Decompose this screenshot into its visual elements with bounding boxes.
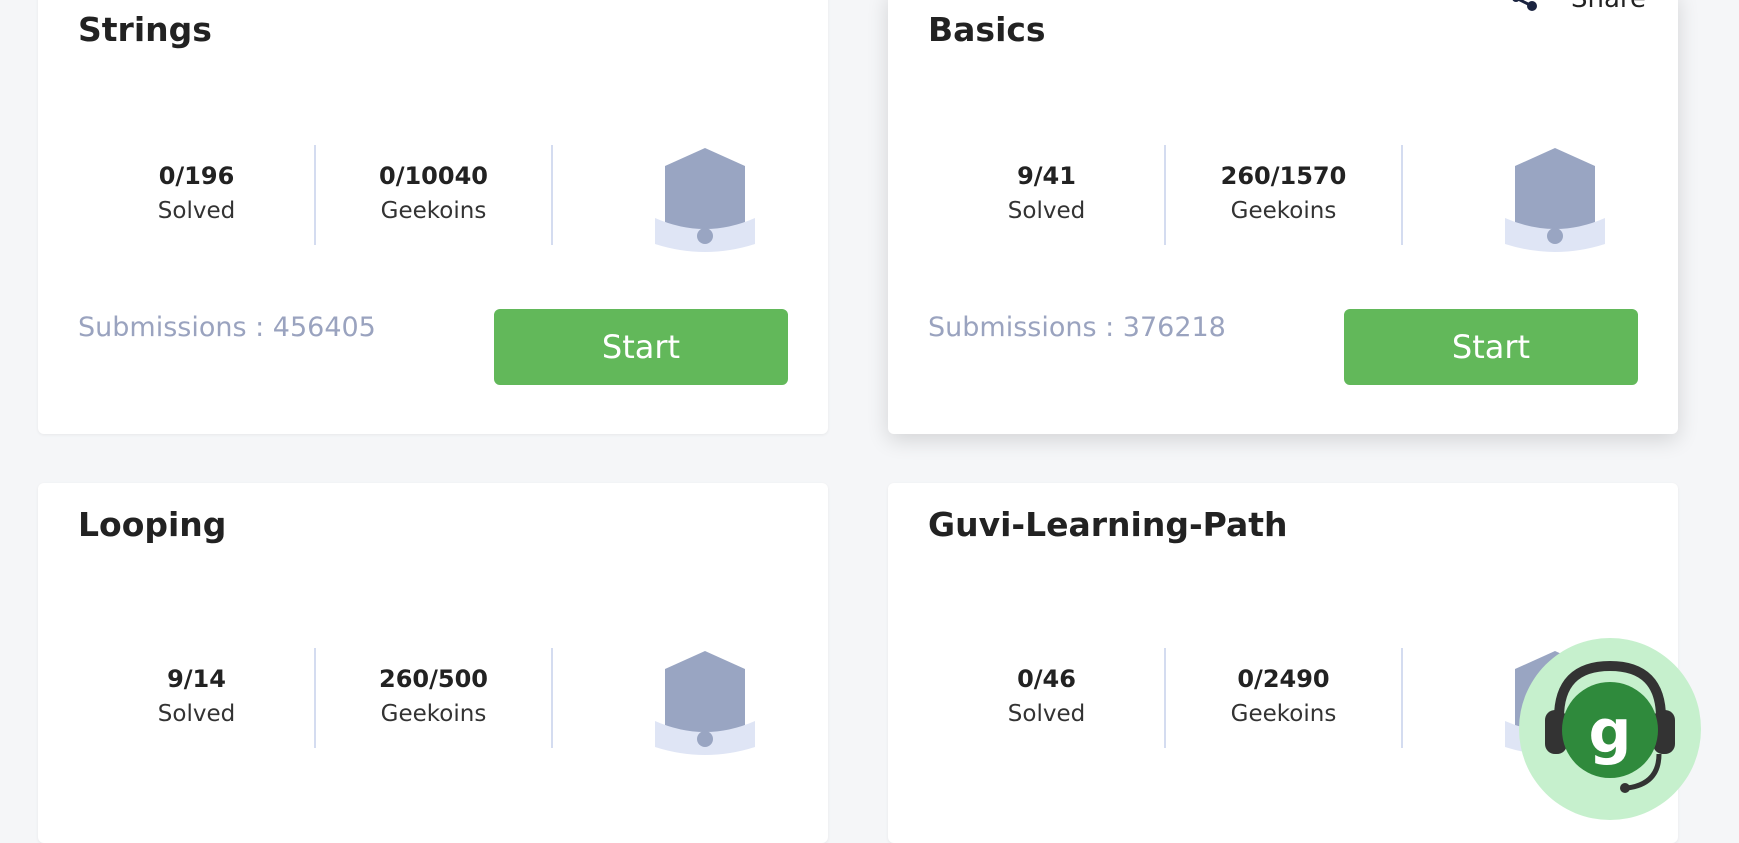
divider [551, 145, 553, 245]
solved-value: 9/41 [1017, 162, 1076, 190]
geekoins-value: 260/1570 [1220, 162, 1347, 190]
start-button[interactable]: Start [494, 309, 788, 385]
geekoins-stat: 0/2490 Geekoins [1165, 645, 1402, 749]
geekoins-stat: 260/1570 Geekoins [1165, 142, 1402, 246]
solved-stat: 9/14 Solved [78, 645, 315, 749]
geekoins-value: 0/2490 [1237, 665, 1330, 693]
geekoins-label: Geekoins [380, 701, 487, 727]
submissions-count: Submissions : 456405 [78, 312, 376, 343]
course-card-looping: Looping 9/14 Solved 260/500 Geekoins [38, 483, 828, 843]
solved-value: 0/46 [1017, 665, 1076, 693]
geekoins-stat: 260/500 Geekoins [315, 645, 552, 749]
solved-label: Solved [1007, 198, 1086, 224]
divider [1401, 648, 1403, 748]
geekoins-label: Geekoins [1230, 198, 1337, 224]
card-title: Looping [78, 505, 227, 544]
geekoins-value: 260/500 [379, 665, 488, 693]
solved-value: 9/14 [167, 665, 226, 693]
solved-stat: 0/46 Solved [928, 645, 1165, 749]
geekoins-stat: 0/10040 Geekoins [315, 142, 552, 246]
solved-label: Solved [157, 198, 236, 224]
card-stats: 0/196 Solved 0/10040 Geekoins [78, 142, 788, 252]
submissions-count: Submissions : 376218 [928, 312, 1226, 343]
divider [1401, 145, 1403, 245]
start-button[interactable]: Start [1344, 309, 1638, 385]
geekoins-label: Geekoins [380, 198, 487, 224]
share-button[interactable]: Share [1571, 0, 1646, 14]
solved-label: Solved [157, 701, 236, 727]
solved-value: 0/196 [158, 162, 235, 190]
card-stats: 9/14 Solved 260/500 Geekoins [78, 645, 788, 755]
geekoins-value: 0/10040 [379, 162, 488, 190]
badge-icon [655, 148, 755, 252]
geekoins-label: Geekoins [1230, 701, 1337, 727]
card-stats: 9/41 Solved 260/1570 Geekoins [928, 142, 1638, 252]
solved-stat: 9/41 Solved [928, 142, 1165, 246]
badge-icon [655, 651, 755, 755]
headset-support-icon: g [1545, 660, 1675, 793]
course-card-strings: Strings 0/196 Solved 0/10040 Geekoins Su… [38, 0, 828, 434]
solved-label: Solved [1007, 701, 1086, 727]
solved-stat: 0/196 Solved [78, 142, 315, 246]
divider [551, 648, 553, 748]
course-card-basics: Share Basics 9/41 Solved 260/1570 Geekoi… [888, 0, 1678, 434]
card-title: Strings [78, 10, 212, 49]
card-title: Basics [928, 10, 1046, 49]
support-chat-button[interactable]: g [1519, 638, 1701, 820]
card-title: Guvi-Learning-Path [928, 505, 1288, 544]
badge-icon [1505, 148, 1605, 252]
share-icon[interactable] [1510, 0, 1540, 20]
svg-text:g: g [1589, 697, 1632, 767]
